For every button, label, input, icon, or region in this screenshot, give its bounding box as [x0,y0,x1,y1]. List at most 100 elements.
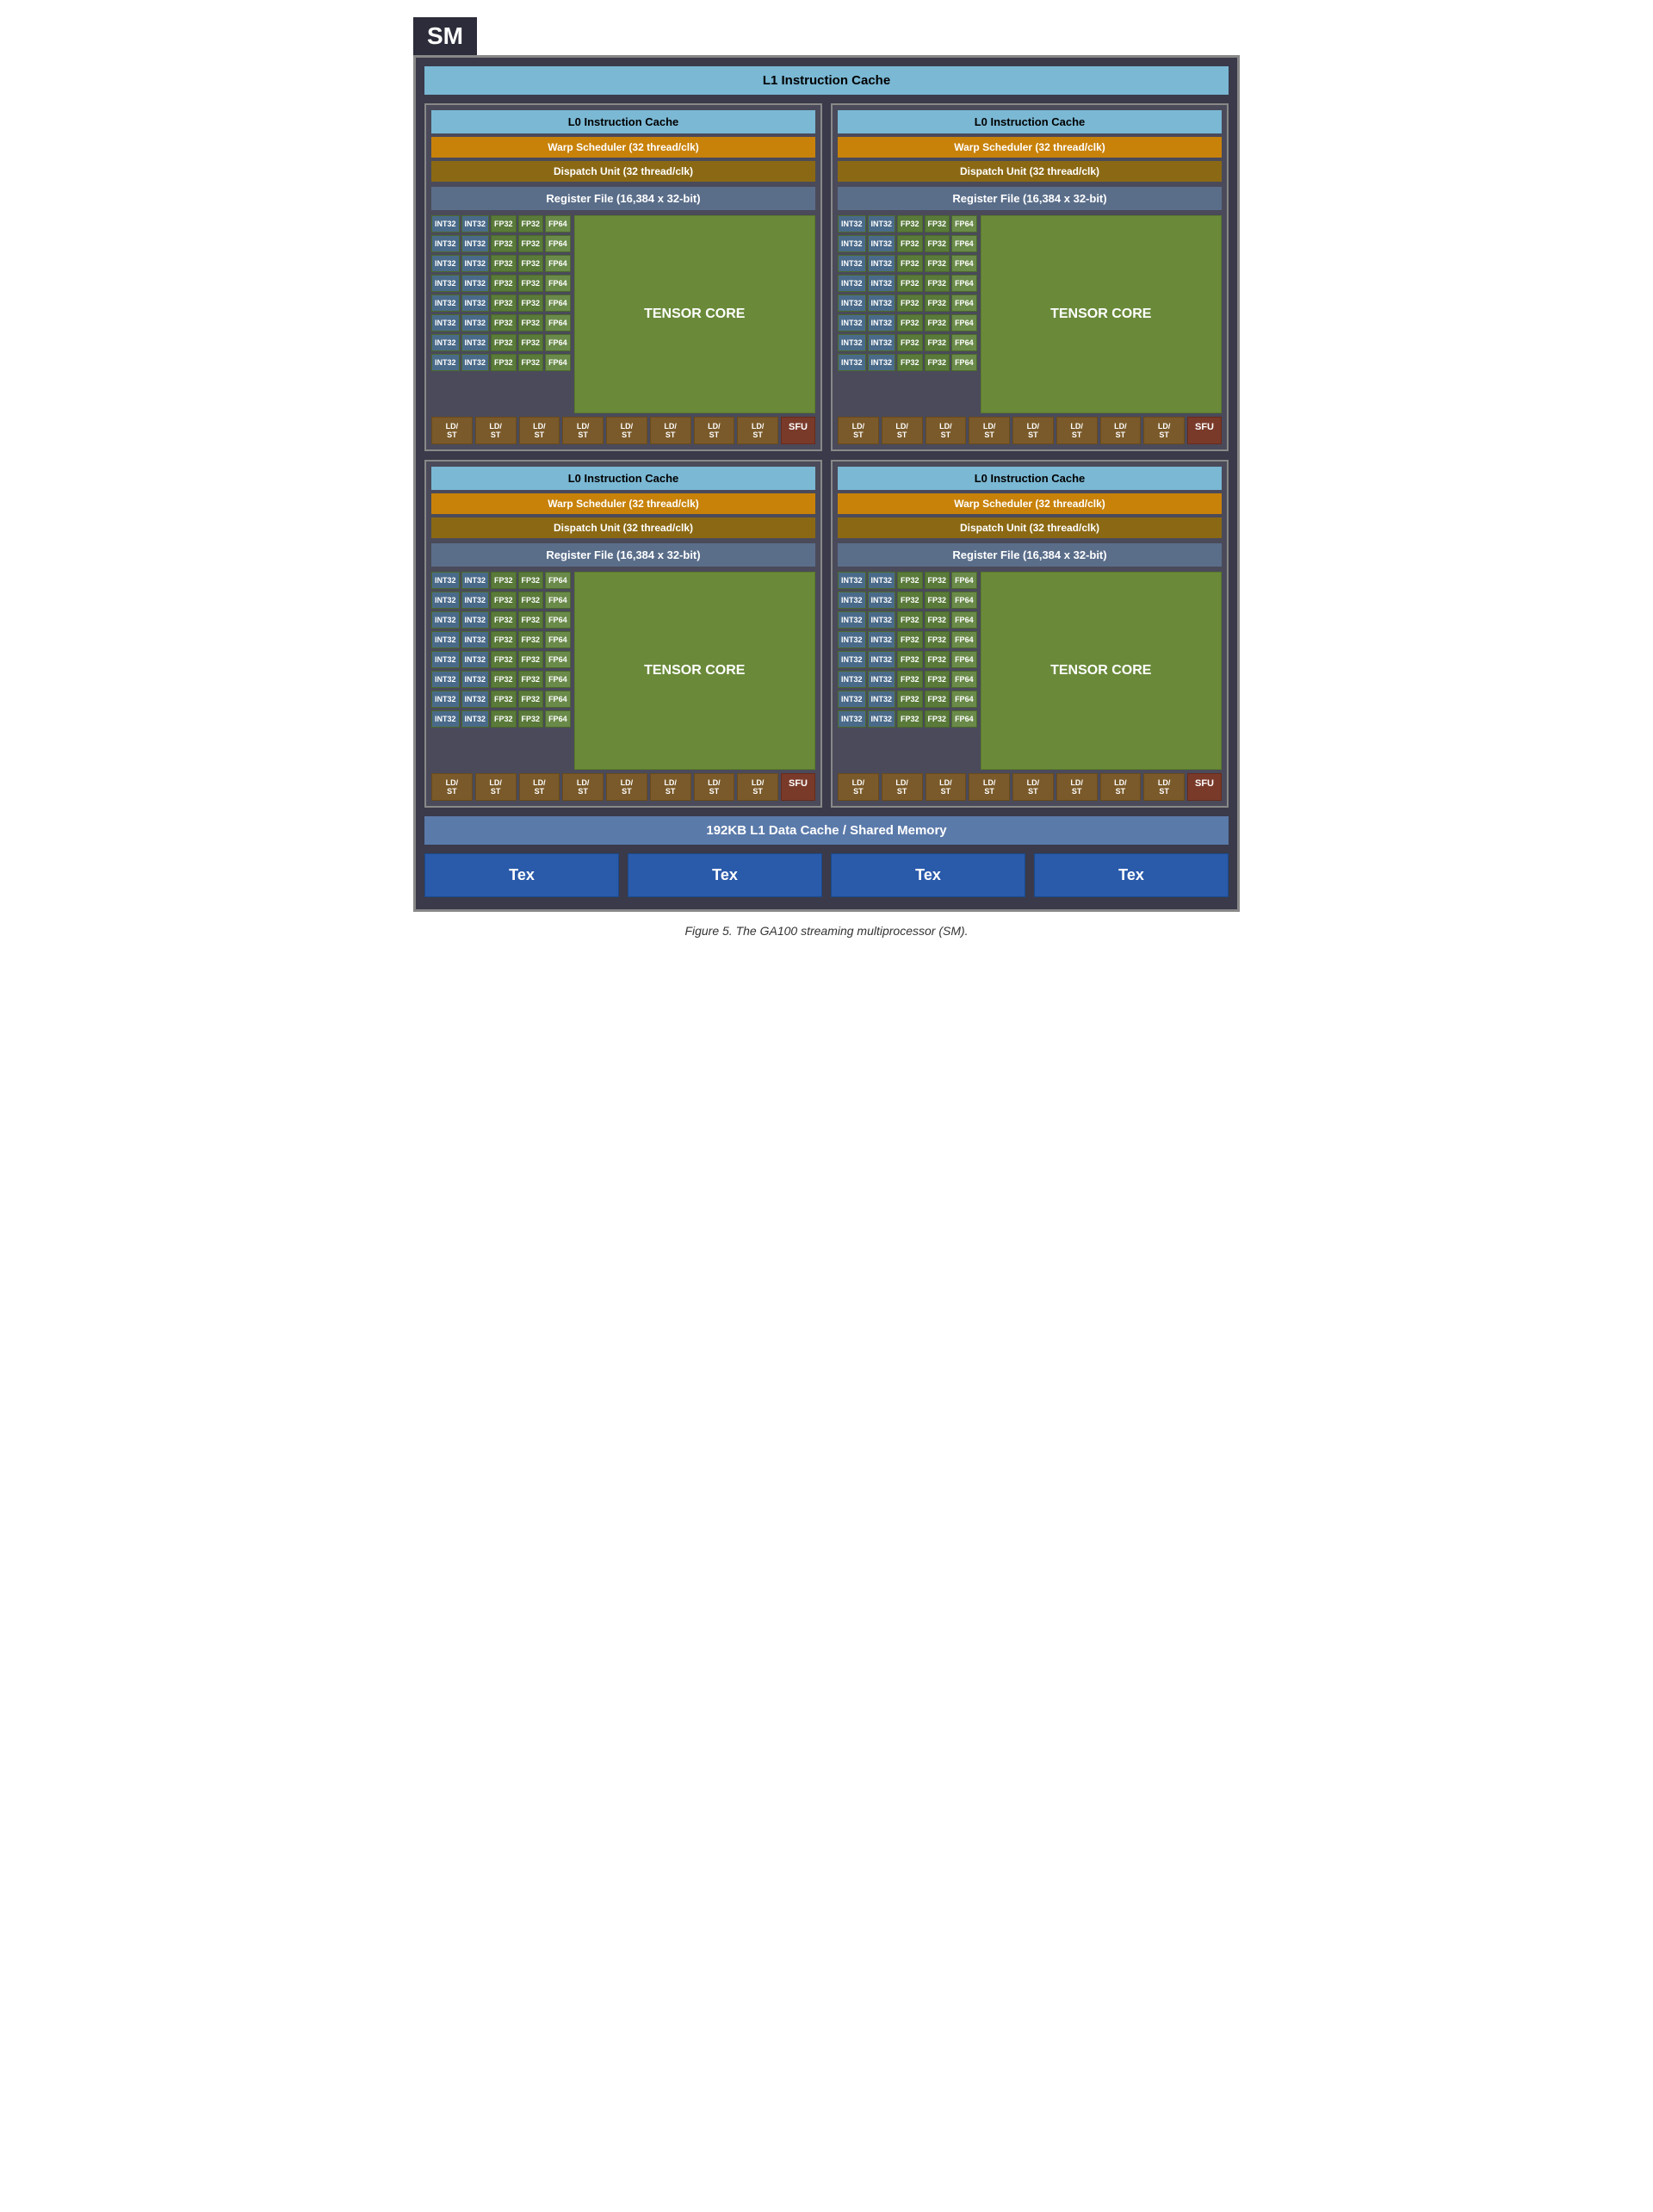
ld-st-cell: LD/ST [926,773,967,801]
q0-warp-scheduler: Warp Scheduler (32 thread/clk) [431,137,815,158]
fp32-cell: FP32 [897,611,923,629]
int32-cell: INT32 [431,710,460,728]
int32-cell: INT32 [461,314,490,331]
ld-st-cell: LD/ST [694,417,735,444]
int32-cell: INT32 [868,691,896,708]
sfu-cell: SFU [1187,417,1222,444]
l1-instruction-cache: L1 Instruction Cache [424,66,1229,95]
q0-row-0: INT32 INT32 FP32 FP32 FP64 [431,215,571,232]
fp32-cell: FP32 [925,334,950,351]
fp64-cell: FP64 [545,592,571,609]
fp32-cell: FP32 [518,592,544,609]
q0-tensor-core: TENSOR CORE [574,215,815,413]
fp64-cell: FP64 [545,215,571,232]
fp32-cell: FP32 [897,314,923,331]
q2-compute-area: INT32 INT32 FP32 FP32 FP64 INT32 INT32 F… [431,572,815,770]
fp32-cell: FP32 [491,255,517,272]
fp64-cell: FP64 [951,334,977,351]
ld-st-cell: LD/ST [882,417,923,444]
int32-cell: INT32 [868,294,896,312]
q3-tensor-core: TENSOR CORE [981,572,1222,770]
int32-cell: INT32 [868,671,896,688]
quadrant-0: L0 Instruction Cache Warp Scheduler (32 … [424,103,822,451]
l1-data-cache: 192KB L1 Data Cache / Shared Memory [424,816,1229,845]
int32-cell: INT32 [838,354,866,371]
q1-ld-st-row: LD/ST LD/ST LD/ST LD/ST LD/ST LD/ST LD/S… [838,417,1222,444]
ld-st-cell: LD/ST [606,417,647,444]
fp32-cell: FP32 [897,215,923,232]
fp64-cell: FP64 [951,275,977,292]
q0-register-file: Register File (16,384 x 32-bit) [431,187,815,210]
int32-cell: INT32 [431,235,460,252]
fp32-cell: FP32 [491,671,517,688]
int32-cell: INT32 [868,215,896,232]
int32-cell: INT32 [431,354,460,371]
int32-cell: INT32 [461,691,490,708]
tex-cell-1: Tex [628,853,822,897]
ld-st-cell: LD/ST [737,417,778,444]
q3-l0-cache: L0 Instruction Cache [838,467,1222,490]
fp32-cell: FP32 [925,215,950,232]
fp32-cell: FP32 [518,334,544,351]
int32-cell: INT32 [838,592,866,609]
ld-st-cell: LD/ST [519,773,560,801]
fp32-cell: FP32 [491,710,517,728]
q0-dispatch-unit: Dispatch Unit (32 thread/clk) [431,161,815,182]
q3-dispatch-unit: Dispatch Unit (32 thread/clk) [838,517,1222,538]
fp64-cell: FP64 [951,611,977,629]
fp64-cell: FP64 [545,651,571,668]
q2-l0-cache: L0 Instruction Cache [431,467,815,490]
int32-cell: INT32 [431,691,460,708]
q0-row-3: INT32 INT32 FP32 FP32 FP64 [431,275,571,292]
fp32-cell: FP32 [491,651,517,668]
fp32-cell: FP32 [925,354,950,371]
int32-cell: INT32 [431,314,460,331]
int32-cell: INT32 [868,354,896,371]
int32-cell: INT32 [838,334,866,351]
ld-st-cell: LD/ST [838,417,879,444]
fp64-cell: FP64 [545,611,571,629]
fp64-cell: FP64 [951,592,977,609]
int32-cell: INT32 [431,275,460,292]
int32-cell: INT32 [838,611,866,629]
ld-st-cell: LD/ST [1056,773,1098,801]
fp64-cell: FP64 [545,572,571,589]
fp32-cell: FP32 [897,592,923,609]
int32-cell: INT32 [868,314,896,331]
int32-cell: INT32 [461,592,490,609]
ld-st-cell: LD/ST [431,773,473,801]
int32-cell: INT32 [431,215,460,232]
fp64-cell: FP64 [951,710,977,728]
fp32-cell: FP32 [925,314,950,331]
q0-ld-st-row: LD/ST LD/ST LD/ST LD/ST LD/ST LD/ST LD/S… [431,417,815,444]
ld-st-cell: LD/ST [838,773,879,801]
int32-cell: INT32 [838,294,866,312]
ld-st-cell: LD/ST [475,773,517,801]
tex-row: Tex Tex Tex Tex [424,853,1229,897]
int32-cell: INT32 [838,671,866,688]
fp32-cell: FP32 [897,334,923,351]
fp64-cell: FP64 [951,354,977,371]
q2-warp-scheduler: Warp Scheduler (32 thread/clk) [431,493,815,514]
fp64-cell: FP64 [951,215,977,232]
q3-compute-area: INT32 INT32 FP32 FP32 FP64 INT32 INT32 F… [838,572,1222,770]
int32-cell: INT32 [431,651,460,668]
q0-row-7: INT32 INT32 FP32 FP32 FP64 [431,354,571,371]
ld-st-cell: LD/ST [737,773,778,801]
fp32-cell: FP32 [491,215,517,232]
int32-cell: INT32 [461,215,490,232]
q0-row-2: INT32 INT32 FP32 FP32 FP64 [431,255,571,272]
fp64-cell: FP64 [951,631,977,648]
q0-row-5: INT32 INT32 FP32 FP32 FP64 [431,314,571,331]
fp32-cell: FP32 [897,631,923,648]
int32-cell: INT32 [868,235,896,252]
q1-warp-scheduler: Warp Scheduler (32 thread/clk) [838,137,1222,158]
fp32-cell: FP32 [925,691,950,708]
fp32-cell: FP32 [491,611,517,629]
fp32-cell: FP32 [518,651,544,668]
q3-int-fp-col: INT32 INT32 FP32 FP32 FP64 INT32 INT32 F… [838,572,977,770]
ld-st-cell: LD/ST [882,773,923,801]
fp64-cell: FP64 [545,294,571,312]
fp32-cell: FP32 [518,255,544,272]
sm-label: SM [413,17,477,55]
